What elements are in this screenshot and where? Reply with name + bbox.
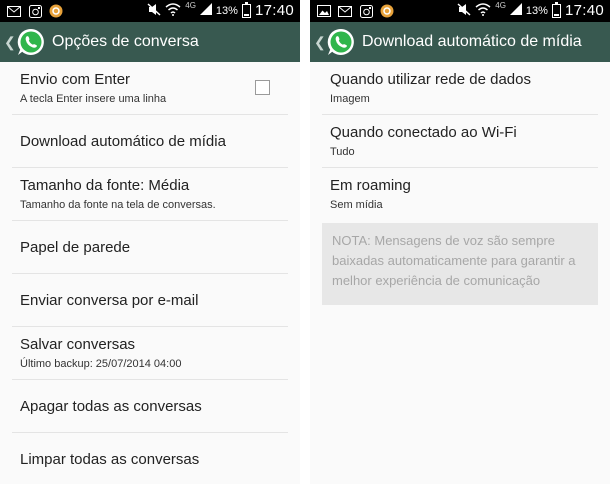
screen-title: Download automático de mídia bbox=[362, 33, 582, 50]
action-bar: ❮ Download automático de mídia bbox=[310, 22, 610, 62]
status-time: 17:40 bbox=[564, 2, 604, 19]
setting-subtitle: Tamanho da fonte na tela de conversas. bbox=[20, 199, 216, 211]
back-chevron-icon[interactable]: ❮ bbox=[314, 34, 326, 51]
status-time: 17:40 bbox=[254, 2, 294, 19]
chat-options-screen: 4G 13% 17:40 ❮ Opções de conversa Envio … bbox=[0, 0, 300, 484]
battery-icon bbox=[551, 1, 561, 18]
setting-title: Quando conectado ao Wi-Fi bbox=[330, 124, 517, 141]
battery-percent: 13% bbox=[525, 4, 548, 17]
gmail-icon bbox=[6, 3, 22, 19]
app-notification-icon bbox=[379, 3, 395, 19]
setting-font-size[interactable]: Tamanho da fonte: Média Tamanho da fonte… bbox=[12, 168, 288, 221]
setting-title: Papel de parede bbox=[20, 239, 131, 256]
setting-wifi[interactable]: Quando conectado ao Wi-Fi Tudo bbox=[322, 115, 598, 168]
setting-subtitle: Imagem bbox=[330, 93, 370, 105]
setting-mobile-data[interactable]: Quando utilizar rede de dados Imagem bbox=[322, 62, 598, 115]
download-settings-list: Quando utilizar rede de dados Imagem Qua… bbox=[322, 62, 598, 221]
setting-media-auto-download[interactable]: Download automático de mídia bbox=[12, 115, 288, 168]
setting-clear-all-chats[interactable]: Limpar todas as conversas bbox=[12, 433, 288, 484]
network-type-label: 4G bbox=[495, 1, 506, 10]
setting-title: Apagar todas as conversas bbox=[20, 398, 202, 415]
status-bar: 4G 13% 17:40 bbox=[0, 0, 300, 22]
setting-title: Download automático de mídia bbox=[20, 133, 226, 150]
setting-title: Limpar todas as conversas bbox=[20, 451, 200, 468]
setting-title: Enviar conversa por e-mail bbox=[20, 292, 199, 309]
setting-subtitle: Último backup: 25/07/2014 04:00 bbox=[20, 358, 182, 370]
setting-subtitle: Tudo bbox=[330, 146, 355, 158]
instagram-icon bbox=[358, 3, 374, 19]
status-bar: 4G 13% 17:40 bbox=[310, 0, 610, 22]
signal-icon bbox=[509, 3, 522, 18]
wifi-icon bbox=[475, 2, 491, 19]
battery-percent: 13% bbox=[215, 4, 238, 17]
whatsapp-logo-icon[interactable] bbox=[16, 27, 46, 57]
signal-icon bbox=[199, 3, 212, 18]
mute-icon bbox=[457, 2, 471, 19]
setting-subtitle: Sem mídia bbox=[330, 199, 383, 211]
app-notification-icon bbox=[48, 3, 64, 19]
network-type-label: 4G bbox=[185, 1, 196, 10]
action-bar: ❮ Opções de conversa bbox=[0, 22, 300, 62]
settings-list: Envio com Enter A tecla Enter insere uma… bbox=[12, 62, 288, 484]
setting-roaming[interactable]: Em roaming Sem mídia bbox=[322, 168, 598, 221]
setting-wallpaper[interactable]: Papel de parede bbox=[12, 221, 288, 274]
setting-title: Envio com Enter bbox=[20, 71, 131, 88]
mute-icon bbox=[147, 2, 161, 19]
setting-subtitle: A tecla Enter insere uma linha bbox=[20, 93, 167, 105]
instagram-icon bbox=[27, 3, 43, 19]
voice-message-note: NOTA: Mensagens de voz são sempre baixad… bbox=[322, 223, 598, 305]
setting-title: Salvar conversas bbox=[20, 336, 136, 353]
screen-title: Opções de conversa bbox=[52, 33, 199, 50]
setting-backup-chats[interactable]: Salvar conversas Último backup: 25/07/20… bbox=[12, 327, 288, 380]
gallery-icon bbox=[316, 3, 332, 19]
setting-delete-all-chats[interactable]: Apagar todas as conversas bbox=[12, 380, 288, 433]
enter-to-send-checkbox[interactable] bbox=[255, 80, 270, 95]
gmail-icon bbox=[337, 3, 353, 19]
whatsapp-logo-icon[interactable] bbox=[326, 27, 356, 57]
battery-icon bbox=[241, 1, 251, 18]
wifi-icon bbox=[165, 2, 181, 19]
setting-title: Em roaming bbox=[330, 177, 411, 194]
setting-title: Quando utilizar rede de dados bbox=[330, 71, 531, 88]
media-auto-download-screen: 4G 13% 17:40 ❮ Download automático de mí… bbox=[310, 0, 610, 484]
setting-email-chat[interactable]: Enviar conversa por e-mail bbox=[12, 274, 288, 327]
back-chevron-icon[interactable]: ❮ bbox=[4, 34, 16, 51]
setting-enter-to-send[interactable]: Envio com Enter A tecla Enter insere uma… bbox=[12, 62, 288, 115]
setting-title: Tamanho da fonte: Média bbox=[20, 177, 190, 194]
